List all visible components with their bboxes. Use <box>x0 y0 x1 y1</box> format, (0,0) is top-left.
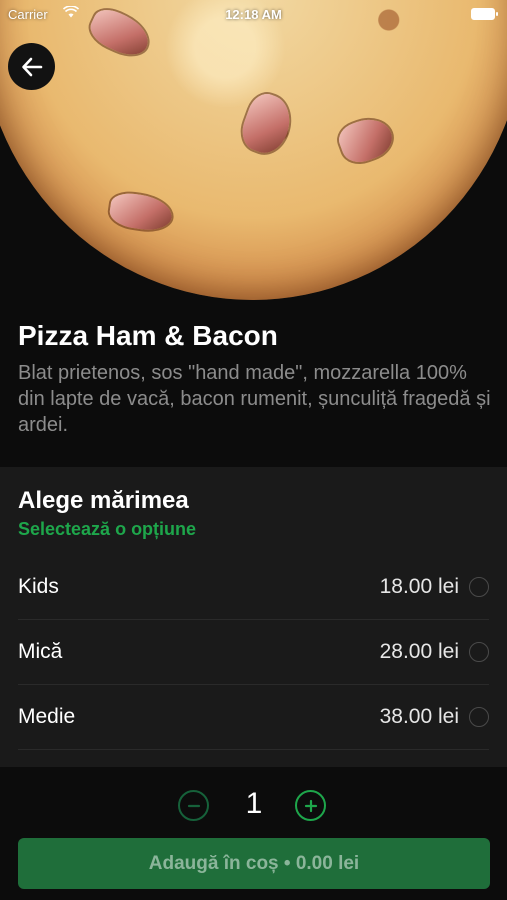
quantity-stepper: 1 <box>0 785 507 825</box>
add-to-cart-label: Adaugă în coș • 0.00 lei <box>148 852 360 874</box>
size-option-price: 18.00 lei <box>379 575 459 598</box>
quantity-value: 1 <box>245 787 263 820</box>
clock: 12:18 AM <box>225 7 282 22</box>
size-options-section: Alege mărimea Selectează o opțiune Kids … <box>0 467 507 767</box>
size-option-kids[interactable]: Kids 18.00 lei <box>18 555 489 620</box>
battery-icon <box>471 8 498 20</box>
size-option-name: Kids <box>18 575 59 598</box>
product-title: Pizza Ham & Bacon <box>18 320 278 351</box>
plus-circle-icon <box>304 799 317 812</box>
radio-unchecked-icon[interactable] <box>469 707 489 727</box>
pizza-photo <box>0 0 507 300</box>
ham-topping <box>334 112 398 168</box>
size-option-name: Mică <box>18 640 63 663</box>
size-option-mica[interactable]: Mică 28.00 lei <box>18 620 489 685</box>
quantity-increase-button[interactable] <box>295 790 326 821</box>
ham-topping <box>236 89 298 159</box>
size-options-subheading: Selectează o opțiune <box>18 519 197 539</box>
arrow-left-icon <box>21 57 42 76</box>
radio-unchecked-icon[interactable] <box>469 642 489 662</box>
size-option-price: 38.00 lei <box>379 705 459 728</box>
product-description: Blat prietenos, sos "hand made", mozzare… <box>18 362 491 436</box>
add-to-cart-button[interactable]: Adaugă în coș • 0.00 lei <box>18 838 490 889</box>
quantity-decrease-button[interactable] <box>178 790 209 821</box>
size-options-heading: Alege mărimea <box>18 487 189 514</box>
size-option-medie[interactable]: Medie 38.00 lei <box>18 685 489 750</box>
ham-topping <box>107 190 175 234</box>
order-footer: 1 Adaugă în coș • 0.00 lei <box>0 767 507 900</box>
radio-unchecked-icon[interactable] <box>469 577 489 597</box>
product-hero-image <box>0 0 507 300</box>
back-button[interactable] <box>8 43 55 90</box>
product-info: Pizza Ham & Bacon Blat prietenos, sos "h… <box>18 318 493 438</box>
status-bar: Carrier 12:18 AM <box>0 5 507 24</box>
size-option-price: 28.00 lei <box>379 640 459 663</box>
size-option-name: Medie <box>18 705 76 728</box>
minus-circle-icon <box>187 804 200 807</box>
